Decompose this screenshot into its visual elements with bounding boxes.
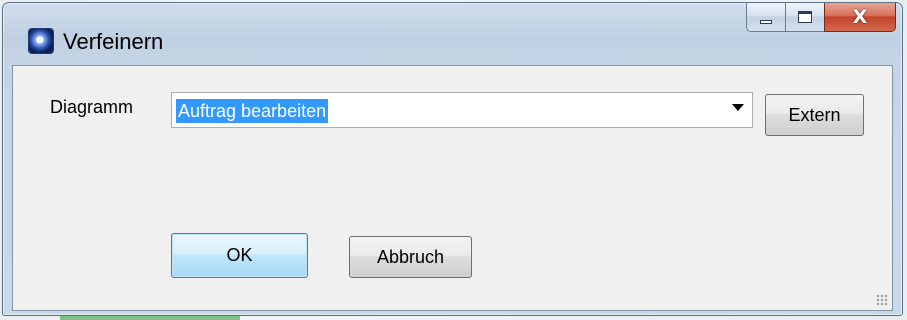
chevron-down-icon[interactable] xyxy=(732,104,744,111)
dialog-content: Diagramm Auftrag bearbeiten Extern OK Ab… xyxy=(12,65,893,311)
resize-grip-icon[interactable] xyxy=(876,294,888,306)
app-icon xyxy=(29,29,53,53)
ok-button[interactable]: OK xyxy=(171,233,308,278)
cancel-button[interactable]: Abbruch xyxy=(349,236,472,278)
diagram-combobox-value[interactable]: Auftrag bearbeiten xyxy=(176,99,329,123)
close-button[interactable]: X xyxy=(824,3,896,32)
minimize-button[interactable] xyxy=(746,3,785,32)
caption-buttons: X xyxy=(746,3,896,33)
diagram-label: Diagramm xyxy=(50,97,134,117)
close-icon: X xyxy=(852,6,868,28)
maximize-button[interactable] xyxy=(785,3,824,32)
maximize-icon xyxy=(798,11,812,23)
diagram-combobox[interactable]: Auftrag bearbeiten xyxy=(171,92,753,128)
dialog-window: Verfeinern X Diagramm Auftrag bearbeiten… xyxy=(2,2,903,316)
extern-button[interactable]: Extern xyxy=(765,94,864,136)
window-title: Verfeinern xyxy=(63,29,164,54)
minimize-icon xyxy=(760,20,772,24)
title-bar[interactable]: Verfeinern X xyxy=(3,3,902,54)
